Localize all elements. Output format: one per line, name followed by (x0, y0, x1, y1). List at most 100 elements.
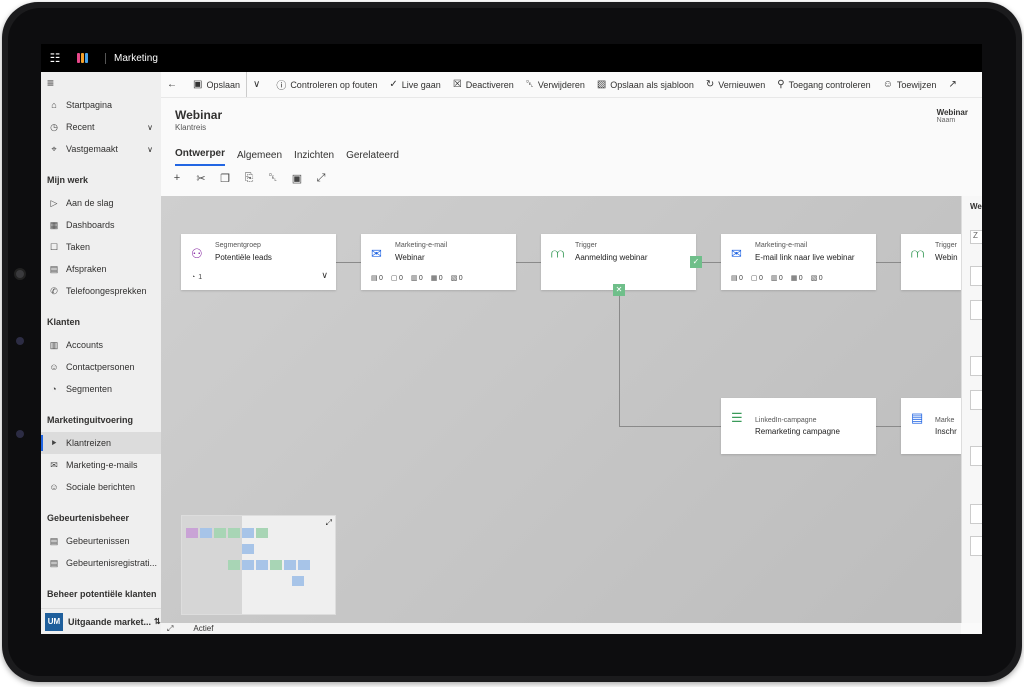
section-event-management: Gebeurtenisbeheer (47, 513, 130, 523)
cut-icon[interactable]: ✂ (189, 172, 213, 185)
sidebar-item-event-registrations[interactable]: ▤ Gebeurtenisregistrati... (41, 552, 161, 574)
check-access-button[interactable]: ⚲ Toegang controleren (771, 72, 876, 97)
sidebar-item-events[interactable]: ▤ Gebeurtenissen (41, 530, 161, 552)
metric-icon: ▧ 0 (450, 275, 463, 282)
tab-insights[interactable]: Inzichten (294, 150, 334, 166)
person-icon: ☺ (49, 362, 59, 372)
sidebar-item-customer-journeys[interactable]: ⯈ Klantreizen (41, 432, 161, 454)
sidebar-item-contacts[interactable]: ☺ Contactpersonen (41, 356, 161, 378)
sidebar-item-segments[interactable]: ◔ Segmenten (41, 378, 161, 400)
right-panel-tile[interactable] (970, 446, 982, 466)
tab-strip: Ontwerper Algemeen Inzichten Gerelateerd (161, 140, 982, 166)
hamburger-icon[interactable]: ≡ (41, 72, 161, 94)
right-panel-tile[interactable] (970, 266, 982, 286)
chevron-down-icon[interactable]: ∨ (321, 270, 328, 281)
updown-icon: ⇅ (154, 617, 161, 626)
sidebar-item-dashboards[interactable]: ▦ Dashboards (41, 214, 161, 236)
tile-marketing-page[interactable]: ▤ Marke Inschr (901, 398, 961, 454)
go-live-button[interactable]: ✓ Live gaan (383, 72, 446, 97)
sidebar: ≡ ⌂ Startpagina ◷ Recent ∨ ⌖ Vastgemaakt ∨ Mi… (41, 72, 161, 634)
metric-icon: ▢ 0 (390, 275, 403, 282)
check-errors-button[interactable]: ⓘ Controleren op fouten (270, 72, 383, 97)
tile-marketing-email[interactable]: ✉ Marketing-e-mail Webinar ▤ 0 ▢ 0 ▥ 0 ▦… (361, 234, 516, 290)
segment-group-icon: ⚇ (191, 246, 203, 261)
assign-button[interactable]: ☺ Toewijzen (877, 72, 943, 97)
minimap[interactable]: ⤢ (181, 515, 336, 615)
tab-general[interactable]: Algemeen (237, 150, 282, 166)
phone-icon: ✆ (50, 285, 58, 296)
right-panel-tile[interactable] (970, 390, 982, 410)
right-panel-search[interactable]: Z (970, 230, 982, 244)
sidebar-item-social-posts[interactable]: ☺ Sociale berichten (41, 476, 161, 498)
right-panel-tile[interactable] (970, 356, 982, 376)
tile-trigger[interactable]: ⩋ Trigger Aanmelding webinar ✓ ✕ (541, 234, 702, 296)
save-button[interactable]: ▣ Opslaan (187, 72, 246, 97)
deactivate-icon: ☒ (452, 79, 462, 90)
check-icon[interactable]: ✓ (690, 256, 702, 268)
key-icon: ⚲ (777, 79, 785, 90)
save-as-template-button[interactable]: ▧ Opslaan als sjabloon (591, 72, 700, 97)
add-icon[interactable]: + (165, 172, 189, 184)
tile-marketing-email[interactable]: ✉ Marketing-e-mail E-mail link naar live… (721, 234, 876, 290)
connector (516, 262, 541, 263)
mail-icon: ✉ (731, 246, 742, 261)
share-button[interactable]: ↗ (942, 72, 966, 97)
paste-icon[interactable]: ⎘ (237, 172, 261, 185)
main-content: ← ▣ Opslaan ∨ ⓘ Controleren op fouten ✓ Liv… (161, 72, 982, 634)
journey-canvas[interactable]: ⚇ Segmentgroep Potentiële leads ◔ 1 ∨ ✉ M… (161, 196, 961, 623)
refresh-icon: ↻ (705, 79, 715, 90)
app-launcher-icon[interactable]: ☷ (41, 51, 69, 65)
tab-designer[interactable]: Ontwerper (175, 148, 226, 166)
tab-related[interactable]: Gerelateerd (346, 150, 399, 166)
close-icon[interactable]: ✕ (613, 284, 625, 296)
linkedin-list-icon: ☰ (731, 410, 743, 425)
sidebar-item-pinned[interactable]: ⌖ Vastgemaakt ∨ (41, 138, 161, 160)
pin-icon: ⌖ (51, 143, 57, 154)
area-badge: UM (45, 612, 63, 631)
minimap-block (292, 576, 304, 586)
sidebar-item-accounts[interactable]: ▥ Accounts (41, 334, 161, 356)
sidebar-item-home[interactable]: ⌂ Startpagina (41, 94, 161, 116)
save-dropdown-button[interactable]: ∨ (245, 72, 270, 97)
expand-icon[interactable]: ⤢ (326, 518, 332, 528)
chevron-down-icon[interactable]: ∨ (147, 145, 153, 154)
chevron-down-icon[interactable]: ∨ (147, 123, 153, 132)
screenshot-icon[interactable]: ▣ (285, 172, 309, 185)
camera-icon (14, 268, 26, 280)
app-screen: ☷ Marketing ≡ ⌂ Startpagina ◷ Recent ∨ ⌖ Vas… (41, 44, 982, 634)
header-field-label: Naam (936, 117, 956, 124)
sidebar-item-recent[interactable]: ◷ Recent ∨ (41, 116, 161, 138)
sidebar-item-phone-calls[interactable]: ✆ Telefoongesprekken (41, 280, 161, 302)
right-panel-tile[interactable] (970, 536, 982, 556)
journey-icon: ⯈ (50, 437, 58, 448)
section-marketing-execution: Marketinguitvoering (47, 415, 134, 425)
area-switcher[interactable]: UM Uitgaande market... ⇅ (41, 608, 161, 634)
minimap-block (242, 560, 254, 570)
delete-button[interactable]: ␡ Verwijderen (520, 72, 591, 97)
refresh-button[interactable]: ↻ Vernieuwen (700, 72, 771, 97)
share-icon: ↗ (948, 79, 957, 90)
connector (336, 262, 361, 263)
delete-icon[interactable]: ␡ (261, 172, 285, 185)
header-field: Webinar Naam (937, 108, 968, 124)
right-panel-tile[interactable] (970, 504, 982, 524)
tile-trigger[interactable]: ⩋ Trigger Webin (901, 234, 961, 290)
social-icon: ☺ (49, 482, 59, 492)
tile-linkedin-campaign[interactable]: ☰ LinkedIn-campagne Remarketing campagne (721, 398, 876, 454)
copy-icon[interactable]: ❐ (213, 172, 237, 185)
right-panel-tile[interactable] (970, 300, 982, 320)
expand-icon[interactable]: ⤢ (309, 172, 333, 185)
sidebar-item-appointments[interactable]: ▤ Afspraken (41, 258, 161, 280)
metric-icon: ▤ 0 (731, 275, 743, 282)
sidebar-item-tasks[interactable]: ☐ Taken (41, 236, 161, 258)
minimap-block (214, 528, 226, 538)
deactivate-button[interactable]: ☒ Deactiveren (447, 72, 520, 97)
back-button[interactable]: ← (161, 72, 187, 97)
open-window-icon[interactable]: ⤢ (167, 624, 173, 634)
sidebar-item-marketing-emails[interactable]: ✉ Marketing-e-mails (41, 454, 161, 476)
tile-segment-group[interactable]: ⚇ Segmentgroep Potentiële leads ◔ 1 ∨ (181, 234, 336, 290)
trigger-icon: ⩋ (911, 246, 925, 261)
minimap-block (270, 560, 282, 570)
section-lead-management: Beheer potentiële klanten (47, 589, 157, 599)
sidebar-item-get-started[interactable]: ▷ Aan de slag (41, 192, 161, 214)
